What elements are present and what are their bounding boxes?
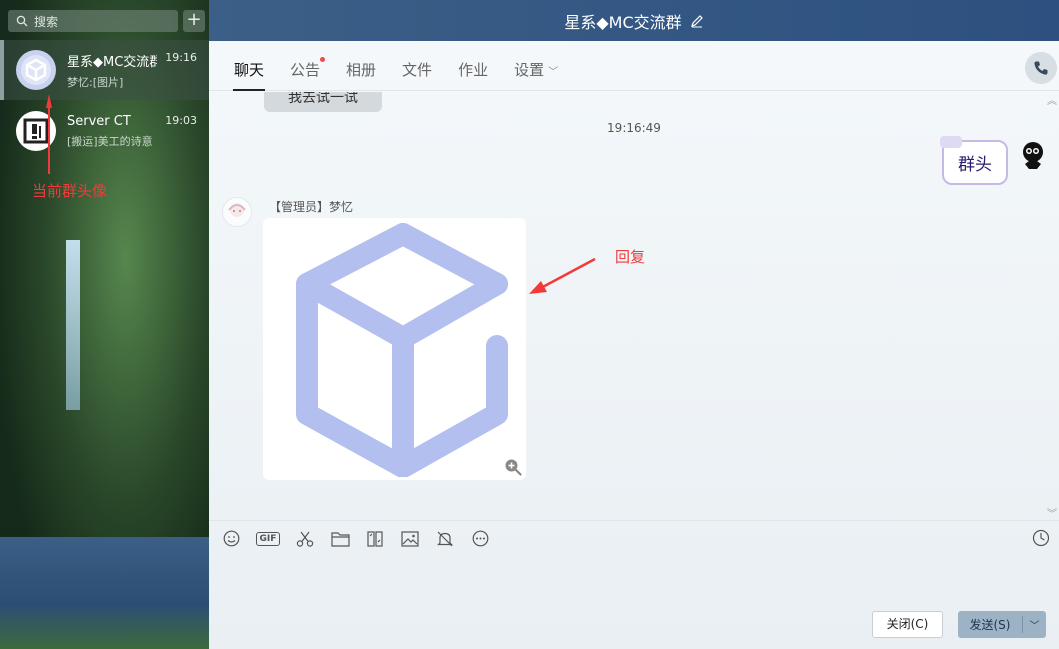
scroll-down-icon[interactable]: ︾	[1047, 505, 1057, 520]
gif-icon[interactable]: GIF	[256, 531, 280, 546]
tab-label: 公告	[290, 60, 321, 79]
background-waterfall	[66, 240, 80, 410]
sidebar: 搜索 + 星系◆MC交流群 19:16 梦忆:[图片] Server CT 19…	[0, 0, 209, 649]
message-text: 群头	[958, 155, 992, 175]
group-avatar	[16, 50, 56, 90]
tab-label: 相册	[346, 60, 377, 79]
image-icon[interactable]	[400, 529, 420, 549]
window-title: 星系◆MC交流群	[564, 12, 682, 32]
tab-album[interactable]: 相册	[333, 41, 389, 91]
cube-logo-image	[296, 223, 508, 477]
conversation-name: Server CT	[67, 113, 131, 129]
tab-label: 聊天	[234, 60, 265, 79]
title-bar: 星系◆MC交流群	[209, 0, 1059, 41]
chat-panel: 聊天 公告 相册 文件 作业 设置﹀ 我去试一试 ︽ 19:16:49 群头	[209, 41, 1059, 649]
history-clock-icon[interactable]	[1031, 528, 1051, 548]
tab-label: 文件	[402, 60, 433, 79]
file-transfer-icon[interactable]	[365, 529, 385, 549]
call-button[interactable]	[1025, 52, 1057, 84]
tab-files[interactable]: 文件	[389, 41, 445, 91]
send-label: 发送(S)	[969, 618, 1011, 632]
message-list[interactable]: 我去试一试 ︽ 19:16:49 群头 【管理员】梦忆 回复 ︾	[209, 92, 1059, 520]
conversation-item-server-ct[interactable]: Server CT 19:03 [搬运]美工的诗意	[0, 101, 209, 161]
tab-announcement[interactable]: 公告	[277, 41, 333, 91]
tab-bar: 聊天 公告 相册 文件 作业 设置 ﹀	[209, 41, 1059, 91]
send-button[interactable]: 发送(S) ﹀	[958, 611, 1046, 638]
sender-name: 【管理员】梦忆	[269, 198, 353, 215]
input-toolbar: GIF	[209, 520, 1059, 556]
search-input[interactable]: 搜索	[8, 10, 178, 32]
image-message[interactable]	[263, 218, 526, 480]
sender-avatar[interactable]	[222, 197, 252, 227]
tab-label: 作业	[458, 60, 489, 79]
zoom-in-icon[interactable]	[504, 458, 522, 476]
annotation-arrow-icon	[529, 257, 596, 294]
conversation-preview: [搬运]美工的诗意	[67, 134, 153, 148]
annotation-arrow-icon	[46, 94, 52, 174]
more-icon[interactable]	[470, 529, 490, 549]
notification-dot	[320, 56, 326, 62]
annotation-current-avatar: 当前群头像	[32, 182, 108, 200]
tab-label: 设置	[514, 60, 545, 79]
message-timestamp: 19:16:49	[607, 121, 661, 135]
scissors-icon[interactable]	[295, 529, 315, 549]
folder-icon[interactable]	[330, 529, 350, 549]
conversation-item-mc-group[interactable]: 星系◆MC交流群 19:16 梦忆:[图片]	[0, 40, 209, 100]
emoji-icon[interactable]	[221, 529, 241, 549]
scroll-up-icon[interactable]: ︽	[1047, 92, 1057, 107]
annotation-reply: 回复	[615, 248, 646, 266]
sidebar-background-lower	[0, 537, 209, 649]
message-bubble-partial: 我去试一试	[264, 92, 382, 112]
search-icon	[16, 15, 28, 27]
self-avatar[interactable]	[1019, 138, 1047, 170]
message-input[interactable]	[209, 556, 1059, 610]
edit-icon[interactable]	[690, 14, 704, 28]
phone-icon	[1034, 61, 1048, 75]
sender-role: 【管理员】	[269, 200, 330, 214]
close-button[interactable]: 关闭(C)	[872, 611, 943, 638]
add-button[interactable]: +	[183, 10, 205, 32]
conversation-name: 星系◆MC交流群	[67, 54, 157, 70]
sender-nickname: 梦忆	[329, 200, 354, 214]
tab-chat[interactable]: 聊天	[221, 41, 277, 91]
tab-homework[interactable]: 作业	[445, 41, 501, 91]
search-placeholder: 搜索	[34, 14, 59, 29]
tab-settings[interactable]: 设置 ﹀	[501, 41, 571, 91]
conversation-time: 19:16	[165, 50, 197, 64]
self-message-bubble: 群头	[940, 136, 1008, 185]
cube-icon	[21, 55, 51, 85]
conversation-preview: 梦忆:[图片]	[67, 75, 124, 89]
chevron-down-icon: ﹀	[548, 66, 559, 78]
anime-avatar-icon	[228, 203, 246, 217]
conversation-time: 19:03	[165, 113, 197, 127]
chevron-down-icon[interactable]: ﹀	[1023, 617, 1046, 632]
reminder-icon[interactable]	[435, 529, 455, 549]
